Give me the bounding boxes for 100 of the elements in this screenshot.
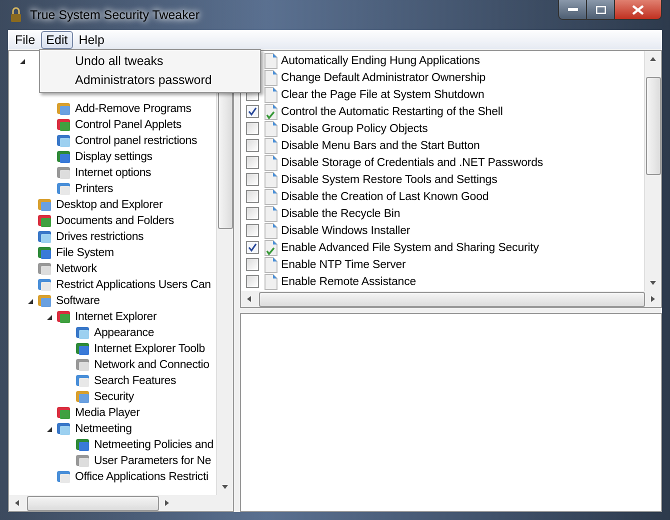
program-icon xyxy=(75,373,91,389)
scroll-down-arrow-icon[interactable] xyxy=(221,483,229,491)
tweak-item[interactable]: Clear the Page File at System Shutdown xyxy=(281,88,484,100)
tweak-item[interactable]: Change Default Administrator Ownership xyxy=(281,72,486,84)
tree-item[interactable]: Control Panel Applets xyxy=(75,119,182,131)
tweak-item[interactable]: Automatically Ending Hung Applications xyxy=(281,54,480,66)
scroll-up-arrow-icon[interactable] xyxy=(649,55,657,63)
document-icon xyxy=(264,138,278,154)
program-icon xyxy=(75,357,91,373)
document-icon xyxy=(264,52,278,68)
collapse-arrow-icon[interactable] xyxy=(46,314,53,320)
checkbox[interactable] xyxy=(246,156,259,169)
document-check-icon xyxy=(264,240,278,256)
checkbox[interactable] xyxy=(246,241,259,254)
document-check-icon xyxy=(264,104,278,120)
tree-item[interactable]: File System xyxy=(56,247,114,259)
program-icon xyxy=(75,437,91,453)
tweak-item[interactable]: Disable Windows Installer xyxy=(281,224,410,236)
tweak-item[interactable]: Enable Advanced File System and Sharing Security xyxy=(281,242,539,254)
program-icon xyxy=(75,389,91,405)
tree-item[interactable]: Restrict Applications Users Can xyxy=(56,279,211,291)
document-icon xyxy=(264,154,278,170)
maximize-icon xyxy=(596,6,606,14)
scroll-right-arrow-icon[interactable] xyxy=(163,499,171,507)
vertical-scrollbar[interactable] xyxy=(644,51,661,291)
horizontal-scrollbar[interactable] xyxy=(9,495,233,511)
menu-item[interactable]: Edit xyxy=(41,30,73,48)
document-icon xyxy=(264,206,278,222)
tweak-item[interactable]: Disable Menu Bars and the Start Button xyxy=(281,140,480,152)
padlock-icon xyxy=(10,7,22,23)
tree-item[interactable]: Display settings xyxy=(75,151,152,163)
tree-item[interactable]: Netmeeting Policies and xyxy=(94,439,214,451)
tree-item[interactable]: Drives restrictions xyxy=(56,231,144,243)
checkbox[interactable] xyxy=(246,173,259,186)
checkbox[interactable] xyxy=(246,275,259,288)
tree-item[interactable]: Security xyxy=(94,391,134,403)
document-icon xyxy=(264,70,278,86)
tree-item[interactable]: Network and Connectio xyxy=(94,359,210,371)
menu-item[interactable]: Undo all tweaks xyxy=(40,52,260,71)
scroll-right-arrow-icon[interactable] xyxy=(649,295,657,303)
document-icon xyxy=(264,256,278,272)
checkbox[interactable] xyxy=(246,258,259,271)
checkbox[interactable] xyxy=(246,224,259,237)
maximize-button[interactable] xyxy=(587,0,615,19)
collapse-arrow-icon[interactable] xyxy=(19,58,26,64)
menu-item[interactable]: Help xyxy=(74,30,110,48)
tree-item[interactable]: Network xyxy=(56,263,97,275)
program-icon xyxy=(37,293,53,309)
program-icon xyxy=(56,101,72,117)
tree-item[interactable]: Printers xyxy=(75,183,114,195)
tweak-item[interactable]: Disable the Recycle Bin xyxy=(281,208,400,220)
tweak-item[interactable]: Control the Automatic Restarting of the Shell xyxy=(281,106,503,118)
scroll-left-arrow-icon[interactable] xyxy=(13,499,21,507)
program-icon xyxy=(75,341,91,357)
program-icon xyxy=(75,325,91,341)
collapse-arrow-icon[interactable] xyxy=(46,426,53,432)
menu-item[interactable]: File xyxy=(10,30,40,48)
tweak-item[interactable]: Enable NTP Time Server xyxy=(281,258,406,270)
checkbox[interactable] xyxy=(246,105,259,118)
minimize-button[interactable] xyxy=(559,0,587,19)
tree-item[interactable]: Office Applications Restricti xyxy=(75,471,208,483)
scroll-down-arrow-icon[interactable] xyxy=(649,279,657,287)
tree-item[interactable]: Internet options xyxy=(75,167,152,179)
program-icon xyxy=(56,133,72,149)
checkbox[interactable] xyxy=(246,122,259,135)
tweak-item[interactable]: Disable System Restore Tools and Settings xyxy=(281,174,498,186)
document-icon xyxy=(264,172,278,188)
program-icon xyxy=(56,165,72,181)
tree-item[interactable]: Internet Explorer xyxy=(75,311,157,323)
tree-item[interactable]: Media Player xyxy=(75,407,140,419)
program-icon xyxy=(37,229,53,245)
tweak-item[interactable]: Enable Remote Assistance xyxy=(281,276,416,288)
program-icon xyxy=(56,181,72,197)
checkbox[interactable] xyxy=(246,190,259,203)
program-icon xyxy=(56,149,72,165)
tree-item[interactable]: Software xyxy=(56,295,100,307)
tweak-item[interactable]: Disable Storage of Credentials and .NET Passwords xyxy=(281,156,544,168)
checkbox[interactable] xyxy=(246,139,259,152)
tree-item[interactable]: Desktop and Explorer xyxy=(56,199,163,211)
tree-item[interactable]: Netmeeting xyxy=(75,423,132,435)
tweak-item[interactable]: Disable the Creation of Last Known Good xyxy=(281,190,489,202)
document-icon xyxy=(264,222,278,238)
checkbox[interactable] xyxy=(246,207,259,220)
tree-item[interactable]: Control panel restrictions xyxy=(75,135,197,147)
tree-item[interactable]: Appearance xyxy=(94,327,154,339)
menu-item[interactable]: Administrators password xyxy=(40,71,260,90)
program-icon xyxy=(56,309,72,325)
window-title: True System Security Tweaker xyxy=(30,8,200,22)
tree-item[interactable]: Add-Remove Programs xyxy=(75,103,192,115)
tree-item[interactable]: User Parameters for Ne xyxy=(94,455,212,467)
document-icon xyxy=(264,86,278,102)
collapse-arrow-icon[interactable] xyxy=(27,298,34,304)
scroll-left-arrow-icon[interactable] xyxy=(245,295,253,303)
tree-item[interactable]: Documents and Folders xyxy=(56,215,174,227)
close-button[interactable] xyxy=(615,0,661,19)
tweak-item[interactable]: Disable Group Policy Objects xyxy=(281,122,428,134)
tree-item[interactable]: Internet Explorer Toolb xyxy=(94,343,205,355)
tree-item[interactable]: Search Features xyxy=(94,375,176,387)
program-icon xyxy=(37,213,53,229)
program-icon xyxy=(37,277,53,293)
